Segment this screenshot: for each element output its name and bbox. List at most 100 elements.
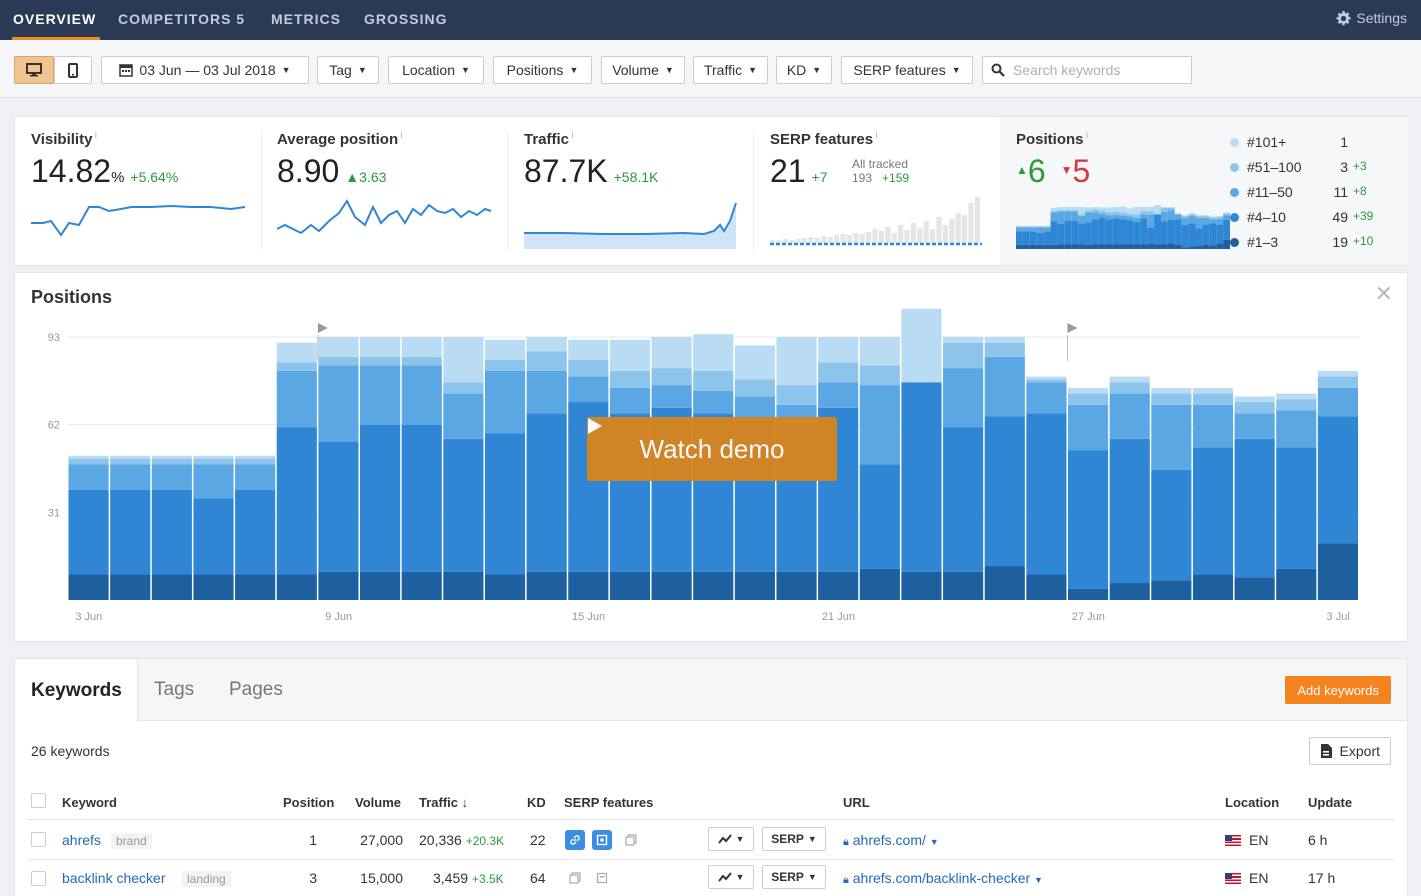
bar-segment[interactable] (609, 571, 651, 600)
bar-segment[interactable] (360, 365, 401, 425)
bar-segment[interactable] (1276, 568, 1317, 600)
link-icon[interactable] (565, 830, 585, 850)
row-checkbox[interactable] (31, 871, 46, 886)
location-filter[interactable]: Location ▼ (388, 56, 484, 84)
trend-chart-button[interactable]: ▼ (708, 865, 754, 889)
bar-segment[interactable] (360, 356, 401, 366)
tab-keywords[interactable]: Keywords (15, 659, 138, 722)
average-position-card[interactable]: Average position i 8.90 ▲3.63 (277, 117, 507, 265)
bar-segment[interactable] (734, 379, 775, 397)
bar-segment[interactable] (818, 382, 859, 408)
bar-segment[interactable] (859, 385, 900, 465)
url-link[interactable]: 🔒︎ ahrefs.com/backlink-checker ▼ (843, 870, 1043, 887)
bar-segment[interactable] (651, 571, 692, 600)
bar-segment[interactable] (151, 458, 192, 465)
bar-segment[interactable] (1026, 574, 1067, 600)
positions-legend-item[interactable]: #4–10 49 +39 (1230, 209, 1373, 225)
bar-segment[interactable] (484, 370, 526, 434)
bar-segment[interactable] (1317, 543, 1358, 600)
bar-segment[interactable] (734, 345, 775, 380)
bar-segment[interactable] (901, 571, 942, 600)
keyword-search[interactable] (982, 56, 1192, 84)
bar-segment[interactable] (1067, 393, 1109, 405)
bar-segment[interactable] (318, 571, 359, 600)
bar-segment[interactable] (1317, 376, 1358, 388)
bar-segment[interactable] (776, 337, 817, 386)
bar-segment[interactable] (318, 441, 359, 572)
bar-segment[interactable] (110, 458, 151, 465)
bar-segment[interactable] (526, 370, 567, 414)
bar-segment[interactable] (1151, 580, 1192, 600)
positions-legend-item[interactable]: #101+ 1 (1230, 134, 1348, 150)
bar-segment[interactable] (110, 455, 151, 459)
col-url[interactable]: URL (843, 795, 870, 810)
bar-segment[interactable] (235, 458, 276, 465)
bar-segment[interactable] (68, 458, 109, 465)
col-keyword[interactable]: Keyword (62, 795, 117, 810)
bar-segment[interactable] (484, 433, 526, 575)
serp-button[interactable]: SERP ▼ (762, 865, 826, 889)
bar-segment[interactable] (1234, 438, 1275, 578)
traffic-filter[interactable]: Traffic ▼ (693, 56, 768, 84)
bar-segment[interactable] (151, 574, 192, 600)
bar-segment[interactable] (984, 337, 1025, 343)
bar-segment[interactable] (568, 376, 609, 403)
bar-segment[interactable] (68, 489, 109, 575)
bar-segment[interactable] (568, 571, 609, 600)
bar-segment[interactable] (276, 342, 317, 363)
bar-segment[interactable] (651, 368, 692, 386)
bar-segment[interactable] (235, 455, 276, 459)
bar-segment[interactable] (1151, 387, 1192, 394)
featured-snippet-icon[interactable] (592, 868, 612, 888)
mobile-view-button[interactable] (54, 56, 92, 84)
bar-segment[interactable] (943, 427, 984, 572)
add-keywords-button[interactable]: Add keywords (1285, 676, 1391, 704)
tag-filter[interactable]: Tag ▼ (317, 56, 379, 84)
url-link[interactable]: 🔒︎ ahrefs.com/ ▼ (843, 832, 939, 849)
bar-segment[interactable] (1192, 447, 1234, 575)
col-volume[interactable]: Volume (355, 795, 401, 810)
bar-segment[interactable] (984, 416, 1025, 567)
tab-tags[interactable]: Tags (154, 659, 194, 721)
gallery-icon[interactable] (565, 868, 585, 888)
bar-segment[interactable] (1276, 399, 1317, 411)
bar-segment[interactable] (443, 571, 484, 600)
bar-segment[interactable] (1276, 393, 1317, 400)
bar-segment[interactable] (276, 370, 317, 428)
bar-segment[interactable] (1151, 404, 1192, 470)
bar-segment[interactable] (1192, 574, 1234, 600)
bar-segment[interactable] (151, 455, 192, 459)
bar-segment[interactable] (1026, 376, 1067, 380)
bar-segment[interactable] (734, 396, 775, 420)
bar-segment[interactable] (943, 368, 984, 428)
bar-segment[interactable] (859, 464, 900, 569)
gallery-icon[interactable] (621, 830, 641, 850)
bar-segment[interactable] (193, 498, 234, 575)
bar-segment[interactable] (443, 382, 484, 394)
bar-segment[interactable] (776, 385, 817, 405)
bar-segment[interactable] (443, 337, 484, 383)
bar-segment[interactable] (1151, 469, 1192, 581)
bar-segment[interactable] (360, 571, 401, 600)
settings-link[interactable]: Settings (1336, 10, 1407, 26)
bar-segment[interactable] (1317, 370, 1358, 377)
bar-segment[interactable] (193, 574, 234, 600)
bar-segment[interactable] (235, 489, 276, 575)
bar-segment[interactable] (401, 356, 442, 366)
bar-segment[interactable] (318, 356, 359, 366)
serp-button[interactable]: SERP ▼ (762, 827, 826, 851)
bar-segment[interactable] (1109, 583, 1150, 600)
bar-segment[interactable] (943, 571, 984, 600)
row-checkbox[interactable] (31, 832, 46, 847)
bar-segment[interactable] (360, 424, 401, 572)
bar-segment[interactable] (1067, 404, 1109, 451)
bar-segment[interactable] (401, 424, 442, 572)
bar-segment[interactable] (1026, 382, 1067, 414)
bar-segment[interactable] (235, 574, 276, 600)
bar-segment[interactable] (526, 337, 567, 352)
tab-pages[interactable]: Pages (229, 659, 283, 721)
bar-segment[interactable] (360, 337, 401, 357)
col-serp-features[interactable]: SERP features (564, 795, 653, 810)
bar-segment[interactable] (1276, 410, 1317, 448)
bar-segment[interactable] (1109, 382, 1150, 394)
